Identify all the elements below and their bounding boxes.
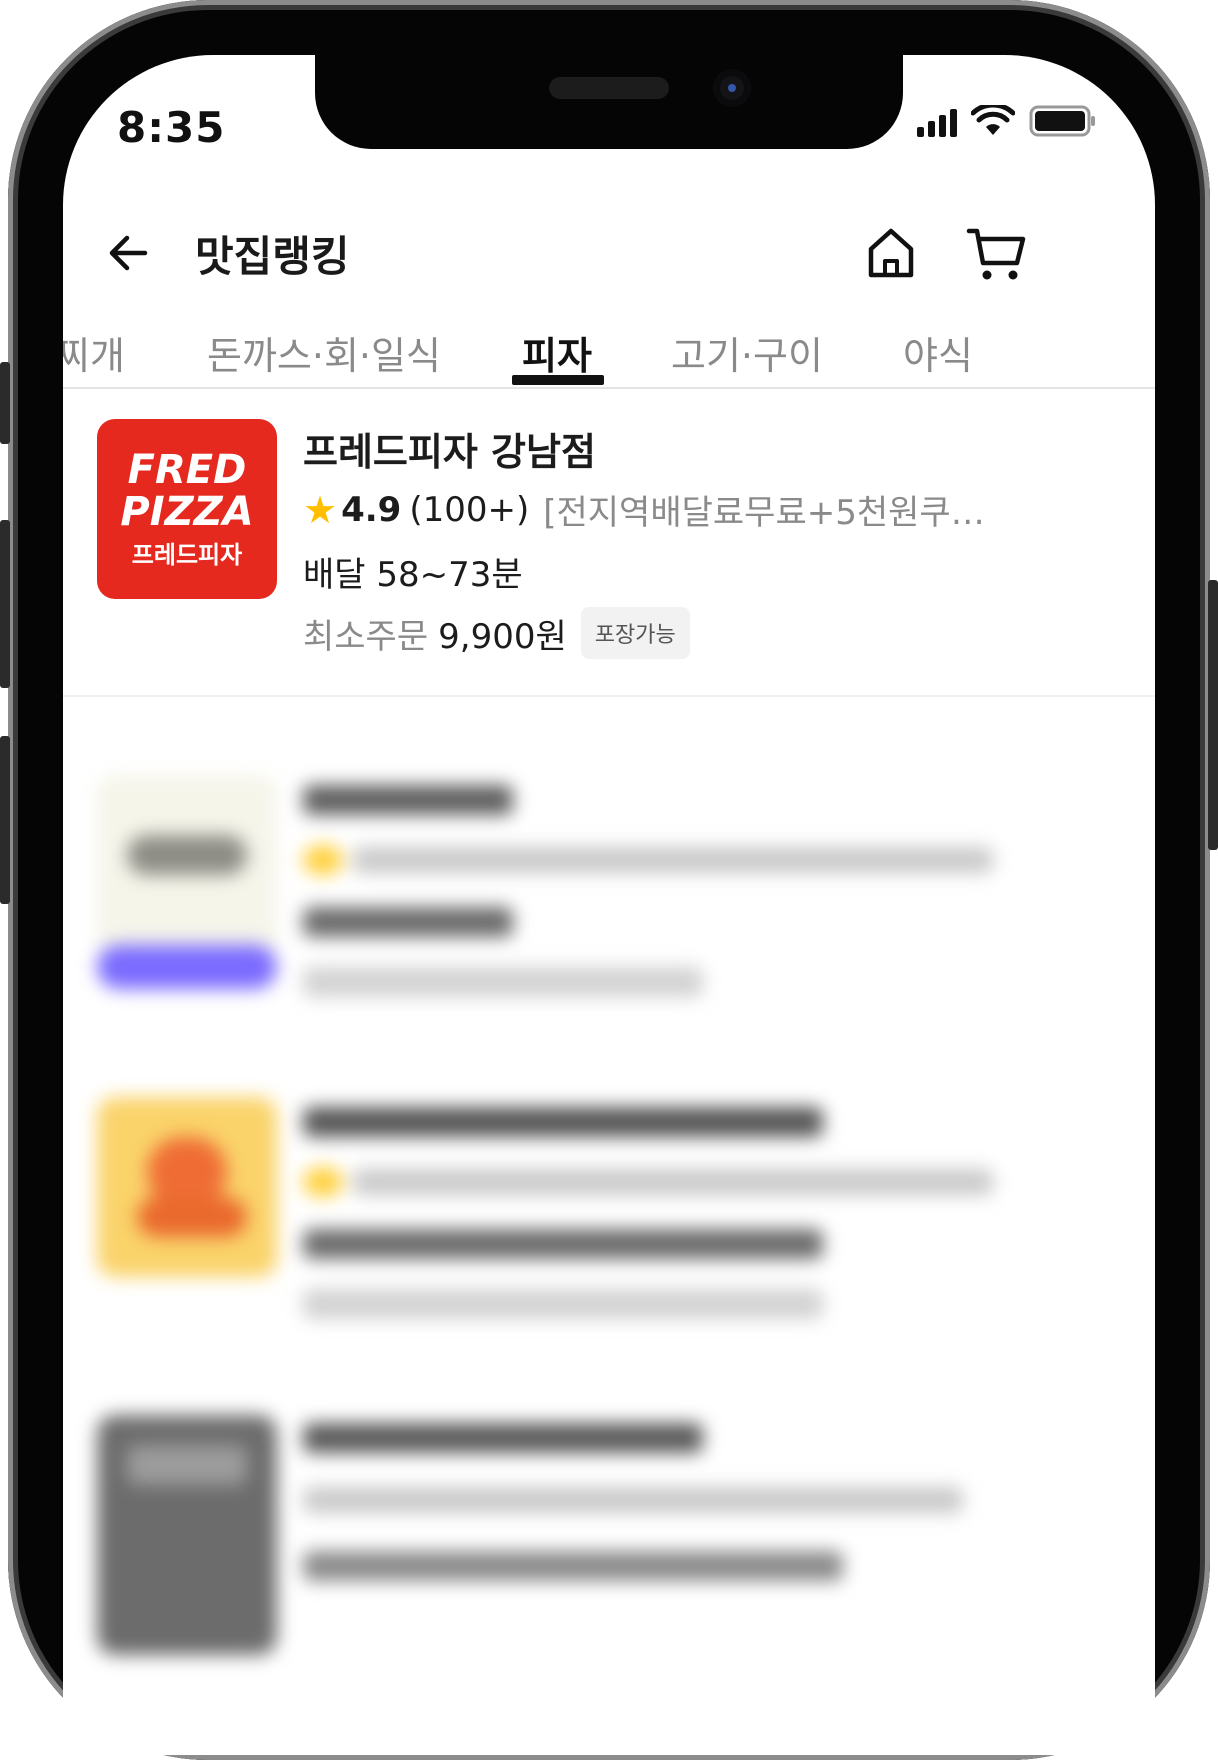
- app-header: 맛집랭킹: [63, 205, 1155, 305]
- blurred-store-thumb: [97, 1415, 277, 1655]
- star-icon: ★: [303, 487, 338, 532]
- volume-up-button: [0, 520, 10, 688]
- delivery-time: 배달 58~73분: [303, 555, 523, 595]
- min-order-label: 최소주문: [303, 616, 429, 657]
- status-icons: [917, 105, 1097, 137]
- store-divider: [63, 695, 1155, 697]
- battery-icon: [1029, 105, 1095, 137]
- tab-yasik[interactable]: 야식: [903, 325, 973, 380]
- tab-donkatsu[interactable]: 돈까스·회·일식: [207, 325, 441, 380]
- blurred-store-card[interactable]: [63, 1415, 1155, 1715]
- takeout-badge: 포장가능: [580, 607, 690, 659]
- promo-text: [전지역배달료무료+5천원쿠폰 ]...: [543, 493, 1013, 533]
- blurred-store-thumb: [97, 775, 277, 955]
- tab-meat[interactable]: 고기·구이: [671, 325, 823, 380]
- review-count: (100+): [409, 489, 530, 530]
- logo-line-3: 프레드피자: [131, 541, 243, 569]
- cellular-signal-icon: [917, 107, 957, 137]
- blurred-store-card[interactable]: [63, 1097, 1155, 1357]
- wifi-icon: [971, 105, 1015, 135]
- rating-row: ★ 4.9 (100+) [전지역배달료무료+5천원쿠폰 ]...: [303, 485, 1013, 534]
- power-button: [1208, 580, 1218, 850]
- status-time: 8:35: [117, 103, 226, 152]
- app-screen: 8:35 맛집랭킹 찌개 돈까스·회·일식 피자 고기·구이 야식 FRED P…: [63, 55, 1155, 1755]
- speaker-grill: [549, 77, 669, 99]
- mute-switch: [0, 362, 10, 444]
- min-order-row: 최소주문 9,900원 포장가능: [303, 607, 690, 659]
- store-name: 프레드피자 강남점: [303, 430, 596, 474]
- min-order-value: 9,900원: [438, 616, 567, 657]
- volume-down-button: [0, 736, 10, 904]
- tab-jjigae[interactable]: 찌개: [63, 325, 125, 380]
- blurred-store-card[interactable]: [63, 775, 1155, 1035]
- cart-icon[interactable]: [965, 223, 1029, 283]
- home-icon[interactable]: [863, 225, 919, 281]
- store-card[interactable]: FRED PIZZA 프레드피자 프레드피자 강남점 ★ 4.9 (100+) …: [63, 419, 1155, 689]
- category-tabs: 찌개 돈까스·회·일식 피자 고기·구이 야식: [63, 303, 1155, 389]
- page-title: 맛집랭킹: [195, 232, 350, 281]
- store-logo: FRED PIZZA 프레드피자: [97, 419, 277, 599]
- active-tab-indicator: [512, 375, 604, 385]
- store-rating: 4.9: [341, 489, 402, 530]
- logo-line-1: FRED: [127, 447, 247, 493]
- logo-line-2: PIZZA: [120, 489, 254, 535]
- blurred-store-thumb: [97, 1097, 277, 1277]
- arrow-left-icon[interactable]: [105, 229, 153, 277]
- camera-icon: [713, 69, 751, 107]
- notch: [315, 55, 903, 149]
- tab-pizza[interactable]: 피자: [522, 325, 592, 380]
